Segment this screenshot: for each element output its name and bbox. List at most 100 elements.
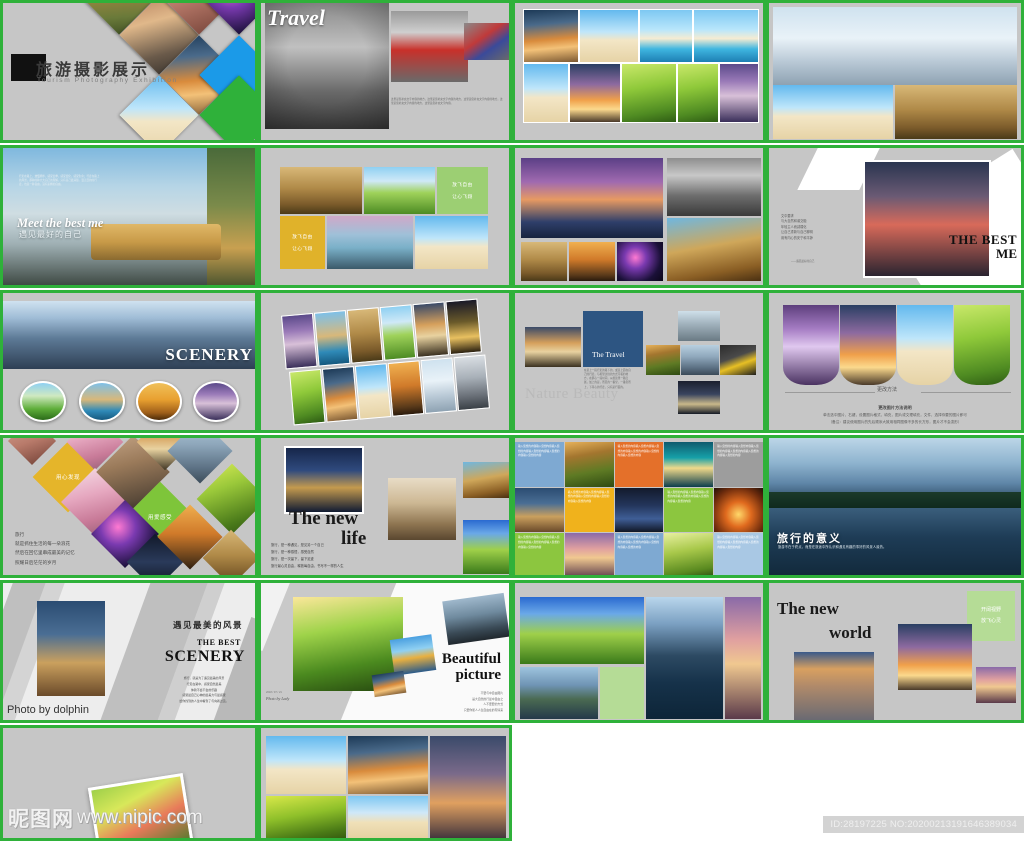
card-title: The Travel [592,350,625,359]
slide-canvas: 文中要求 与大自然和谐交融 年轻主人而减弱化 让自己重新与自己聊明 用有内心的安… [769,148,1021,285]
text-cell: 输入您想的内容输入您想内容输入您想的内容输入您想的内容输入您想的内容输入您想的内… [614,533,664,575]
template-gallery: 旅游摄影展示 Tourism Photography Exhibition Tr… [0,0,1024,841]
slide-thumbnail-beach-photo-grid[interactable] [258,725,512,841]
photo-cell [639,9,693,63]
slide-canvas [261,728,509,838]
slide-canvas [515,583,763,720]
slide-thumbnail-nature-beauty[interactable]: The Travel 在某上一段行走的路下的，或是上面在自己的行走，与希望过往的… [512,290,766,433]
slide-canvas [769,3,1021,140]
slide-thumbnail-beautiful-picture[interactable]: Beautiful picture 不要与中自由图片 是大自然的行最中自由之 人… [258,580,512,723]
slide-canvas: 旅行的意义 旅游不在于终点，而是在旅途中所认识和遇见有趣的事好的风景人最热。 [769,438,1021,575]
slide-canvas: 放飞自由 让心飞翔 放飞自由 让心飞翔 [261,148,509,285]
photo-wave-cell [897,305,953,385]
photo-cell [664,533,714,575]
text-cell: 输入您想的内容输入您想内容输入您想的内容输入您想的内容输入您想的内容输入您想的内… [714,442,763,487]
photo-credit: Photo by Lady [266,696,290,701]
photo-cell [681,345,719,375]
photo-circle [20,381,66,422]
photo-tile [412,301,450,358]
photo-church [525,327,581,367]
photo-cell [664,442,714,487]
title-line-2: ME [996,246,1017,261]
slide-thumbnail-world-landmarks-collage[interactable] [512,145,766,288]
body-text: 旅行 就是抓住生活的每一朵浪花 然后在回忆里串成最美的记忆 照耀日后茫茫的岁月 [15,532,75,565]
title-line-2: picture [455,667,501,683]
slide-thumbnail-free-flight-grid[interactable]: 放飞自由 让心飞翔 放飞自由 让心飞翔 [258,145,512,288]
photo-tile [387,360,425,417]
photo-tile [321,366,359,423]
photo-horse [442,592,509,646]
slide-thumbnail-the-new-world[interactable]: The new world 开阔视野 放飞心灵 [766,580,1024,723]
body-text: 行走在路上，放慢脚步，感受四季，感受变化，感受生命；行走在路上的风景，那种的种大… [19,175,100,187]
slide-thumbnail-tilted-photo-strip[interactable] [258,290,512,433]
photo-cell [266,796,346,838]
card-blue: The Travel [583,311,643,367]
photo-cell [693,9,759,63]
cell-text: 输入您想的内容输入您想内容输入您想的内容输入您想的内容输入您想的内容输入您想的内… [617,536,660,549]
text-cell: 输入您想的内容输入您想内容输入您想的内容输入您想的内容输入您想的内容输入您想的内… [515,442,564,487]
photo-cell [614,487,664,533]
sub-title: 更改图片方法说明 [878,405,912,410]
photo-winter-trees [773,7,1017,85]
slide-canvas [261,293,509,430]
badge-green: 开阔视野 放飞心灵 [967,591,1015,641]
color-block-green [600,667,644,719]
slide-thumbnail-photo-mosaic-beach[interactable] [512,0,766,143]
photo-sunset-small [371,670,407,698]
photo-tile [281,312,318,370]
cell-text: 输入您想的内容输入您想内容输入您想的内容输入您想的内容输入您想的内容输入您想的内… [518,445,560,458]
photo-tower-bridge [284,446,364,514]
title-line-2: world [829,623,872,642]
photo-cell [348,736,428,794]
photo-cell [677,63,719,123]
cell-text: 输入您想的内容输入您想内容输入您想的内容输入您想的内容输入您想的内容输入您想的内… [717,445,759,458]
body-line-2: （备注：建议使用图片的先后顺序大致用相同图像不多的长方形，图片才不会变形） [828,420,962,424]
banner-title: SCENERY [165,345,253,364]
photo-cell [364,167,435,214]
slide-thumbnail-change-method[interactable]: 更改方法 更改图片方法说明 单击选中图片，右键，设置图片格式，填充，图片或文理填… [766,290,1024,433]
slide-thumbnail-travel-london[interactable]: Travel 这里是您补充文字内容的地方，这里是您补充文字内容的地方，这里是您补… [258,0,512,143]
photo-city-bw [667,158,761,216]
title-line-1: Beautiful [441,651,501,667]
caption-line-1: 放飞自由 [452,182,473,188]
title-line-1: The new [777,599,839,618]
divider-right [921,392,1011,393]
slide-thumbnail-scenery-banner[interactable]: SCENERY [0,290,258,433]
title-line-1: The new [289,508,359,529]
photo-cell [430,736,506,838]
slide-canvas [515,148,763,285]
slide-thumbnail-green-landscape-grid[interactable] [512,580,766,723]
photo-circle [193,381,239,422]
photo-wave-cell [783,305,839,385]
slide-thumbnail-color-block-grid[interactable]: 输入您想的内容输入您想内容输入您想的内容输入您想的内容输入您想的内容输入您想的内… [512,435,766,578]
slide-thumbnail-the-best-me[interactable]: 文中要求 与大自然和谐交融 年轻主人而减弱化 让自己重新与自己聊明 用有内心的安… [766,145,1024,288]
slide-thumbnail-winter-travel-pair[interactable] [766,0,1024,143]
photo-cell [720,345,756,375]
slide-thumbnail-the-new-life[interactable]: The new life 旅行，是一种遇见，是见另一个自己 旅行，是一种感悟，感… [258,435,512,578]
photo-wave-cell [840,305,896,385]
badge-line-2: 放飞心灵 [980,618,1001,624]
slide-thumbnail-diamond-mosaic[interactable]: 用心发现 用爱感受 旅行 就是抓住生活的每一朵浪花 然后在回忆里串成最美的记忆 … [0,435,258,578]
cell-text: 输入您想的内容输入您想内容输入您想的内容输入您想的内容输入您想的内容输入您想的内… [717,536,759,549]
slide-canvas: 旅游摄影展示 Tourism Photography Exhibition [3,3,255,140]
photo-tree-right [207,148,255,285]
photo-circle [79,381,125,422]
photo-cell [621,63,677,123]
text-cell: 输入您想的内容输入您想内容输入您想的内容输入您想的内容输入您想的内容输入您想的内… [614,442,664,487]
slide-canvas: The new life 旅行，是一种遇见，是见另一个自己 旅行，是一种感悟，感… [261,438,509,575]
photo-monument [895,85,1017,139]
slide-thumbnail-meet-the-best-me[interactable]: 行走在路上，放慢脚步，感受四季，感受变化，感受生命；行走在路上的风景，那种的种大… [0,145,258,288]
photo-cell [569,63,621,123]
slide-thumbnail-the-best-scenery[interactable]: 遇见最美的风景 THE BEST SCENERY 旅行，就是为了遇见最美的风景 … [0,580,258,723]
photo-cell [564,533,614,575]
text-cell: 输入您想的内容输入您想内容输入您想的内容输入您想的内容输入您想的内容输入您想的内… [664,487,714,533]
slide-thumbnail-meaning-of-travel[interactable]: 旅行的意义 旅游不在于终点，而是在旅途中所认识和遇见有趣的事好的风景人最热。 [766,435,1024,578]
photo-tropical-beach [773,85,893,139]
photo-skyline [389,634,437,676]
cell-text: 输入您想的内容输入您想内容输入您想的内容输入您想的内容输入您想的内容输入您想的内… [567,490,610,503]
slide-canvas: Travel 这里是您补充文字内容的地方，这里是您补充文字内容的地方，这里是您补… [261,3,509,140]
heading: Nature Beauty [525,386,619,402]
slide-canvas: 遇见最美的风景 THE BEST SCENERY 旅行，就是为了遇见最美的风景 … [3,583,255,720]
badge-line-1: 开阔视野 [980,607,1001,613]
slide-thumbnail-title-cover[interactable]: 旅游摄影展示 Tourism Photography Exhibition [0,0,258,143]
